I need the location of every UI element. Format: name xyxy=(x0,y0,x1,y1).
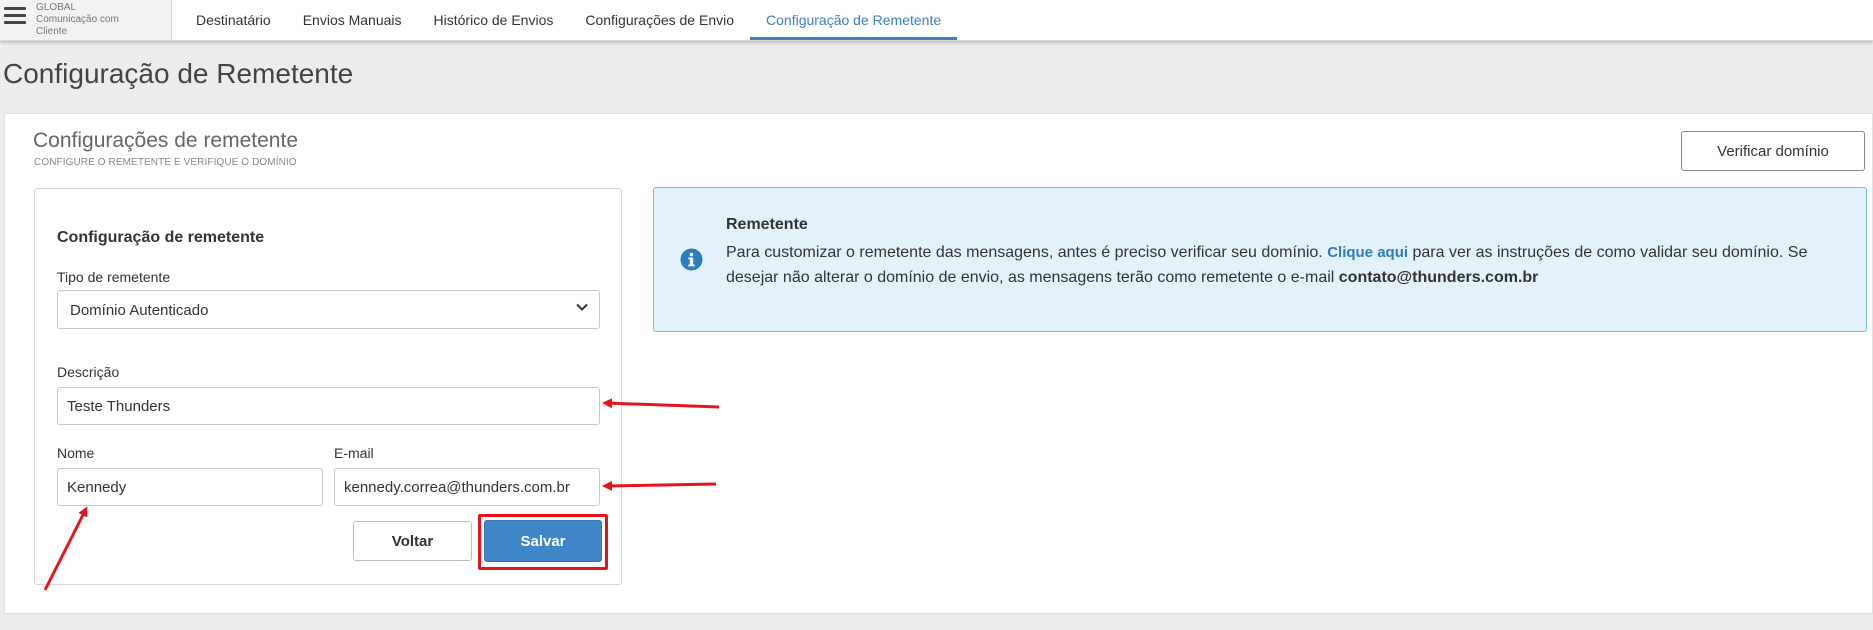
brand-line-2: Comunicação com xyxy=(36,14,119,25)
sender-type-label: Tipo de remetente xyxy=(57,269,171,285)
tab-configuracoes-de-envio[interactable]: Configurações de Envio xyxy=(569,0,750,40)
name-input[interactable]: Kennedy xyxy=(57,468,323,506)
description-input[interactable]: Teste Thunders xyxy=(57,387,600,425)
brand-line-1: GLOBAL xyxy=(36,2,77,13)
info-message: Para customizar o remetente das mensagen… xyxy=(726,240,1836,290)
tab-historico-de-envios[interactable]: Histórico de Envios xyxy=(418,0,570,40)
brand-name: GLOBAL Comunicação com Cliente xyxy=(36,2,168,38)
page-title: Configuração de Remetente xyxy=(3,58,354,89)
verify-domain-button[interactable]: Verificar domínio xyxy=(1681,131,1865,171)
info-circle-icon xyxy=(680,248,703,271)
info-text-before-link: Para customizar o remetente das mensagen… xyxy=(726,244,1328,261)
card-title: Configurações de remetente xyxy=(33,129,298,152)
instructions-link[interactable]: Clique aqui xyxy=(1327,244,1408,261)
brand-line-3: Cliente xyxy=(36,26,68,37)
email-input[interactable]: kennedy.correa@thunders.com.br xyxy=(334,468,600,506)
tab-envios-manuais[interactable]: Envios Manuais xyxy=(287,0,418,40)
chevron-down-icon xyxy=(575,300,589,314)
brand-area: GLOBAL Comunicação com Cliente xyxy=(0,0,172,40)
sender-settings-card: Configurações de remetente CONFIGURE O R… xyxy=(4,113,1873,614)
email-label: E-mail xyxy=(334,445,374,461)
card-subtitle: CONFIGURE O REMETENTE E VERIFIQUE O DOMÍ… xyxy=(34,157,297,168)
name-label: Nome xyxy=(57,445,95,461)
info-title: Remetente xyxy=(726,216,808,233)
form-heading: Configuração de remetente xyxy=(57,229,265,246)
tab-destinatario[interactable]: Destinatário xyxy=(180,0,287,40)
sender-form: Configuração de remetente Tipo de remete… xyxy=(34,188,622,585)
sender-type-value: Domínio Autenticado xyxy=(70,302,209,319)
description-label: Descrição xyxy=(57,364,120,380)
sender-type-select[interactable]: Domínio Autenticado xyxy=(57,290,600,329)
default-sender-email: contato@thunders.com.br xyxy=(1338,269,1539,286)
sender-info-alert: Remetente Para customizar o remetente da… xyxy=(653,187,1867,332)
back-button[interactable]: Voltar xyxy=(353,521,472,561)
hamburger-menu-icon[interactable] xyxy=(4,7,26,25)
tab-configuracao-de-remetente[interactable]: Configuração de Remetente xyxy=(750,0,958,40)
nav-tabs: Destinatário Envios Manuais Histórico de… xyxy=(180,0,958,40)
top-navigation: GLOBAL Comunicação com Cliente Destinatá… xyxy=(0,0,1873,41)
save-button[interactable]: Salvar xyxy=(484,520,602,562)
